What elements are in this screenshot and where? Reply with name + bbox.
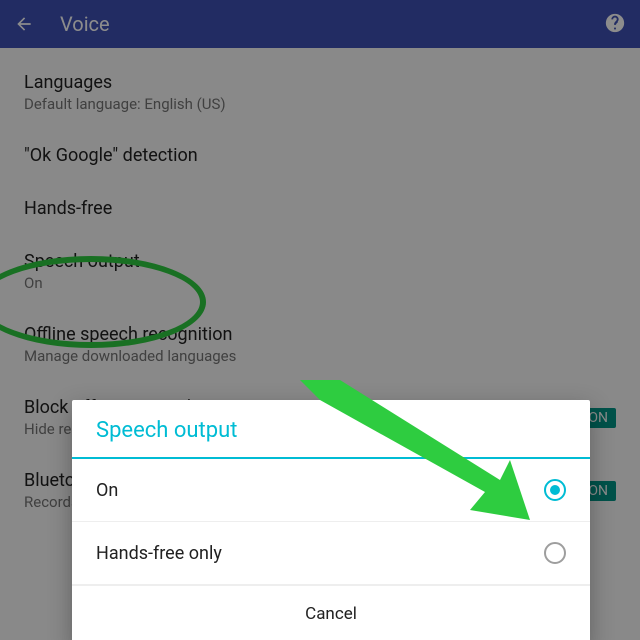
speech-output-dialog: Speech output On Hands-free only Cancel (72, 400, 590, 640)
dialog-option-on-radio[interactable] (544, 479, 566, 501)
dialog-option-on[interactable]: On (72, 459, 590, 522)
dialog-cancel-button[interactable]: Cancel (72, 585, 590, 640)
dialog-option-hands-free-only[interactable]: Hands-free only (72, 522, 590, 585)
dialog-option-hands-free-radio[interactable] (544, 542, 566, 564)
voice-settings-screen: Voice Languages Default language: Englis… (0, 0, 640, 640)
dialog-title: Speech output (72, 400, 590, 457)
